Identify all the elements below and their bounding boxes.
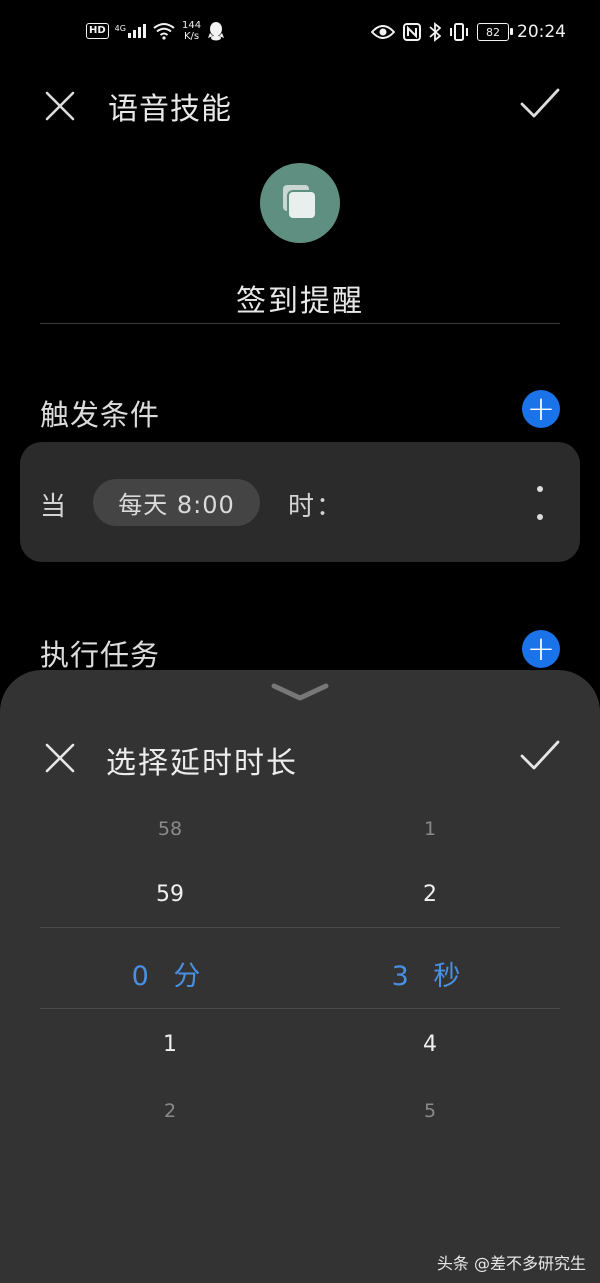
qq-icon [208, 22, 225, 41]
battery-icon: 82 [477, 23, 513, 41]
network-type-label: 4G [114, 24, 126, 33]
sheet-title: 选择延时时长 [106, 746, 298, 781]
add-trigger-button[interactable]: + [522, 390, 560, 428]
more-vertical-icon[interactable] [530, 486, 550, 520]
check-icon[interactable] [518, 86, 562, 122]
speed-unit: K/s [183, 31, 200, 42]
speed-value: 144 [181, 20, 202, 31]
page-title: 语音技能 [108, 92, 232, 127]
hd-badge: HD [86, 23, 109, 39]
picker-selection-top-divider [40, 927, 560, 928]
trigger-section-title: 触发条件 [40, 398, 161, 432]
battery-level: 82 [486, 25, 500, 39]
second-option[interactable]: 5 [370, 1100, 490, 1122]
skill-name[interactable]: 签到提醒 [0, 276, 600, 320]
network-speed: 144 K/s [182, 20, 201, 42]
nfc-icon [403, 23, 421, 41]
chevron-down-icon[interactable] [268, 678, 332, 704]
minute-option[interactable]: 2 [110, 1100, 230, 1122]
cellular-signal-icon: 4G [115, 24, 146, 38]
plus-icon: + [526, 389, 556, 429]
second-selected[interactable]: 3 秒 [370, 954, 490, 993]
add-task-button[interactable]: + [522, 630, 560, 668]
status-left-group: HD 4G 144 K/s [86, 20, 225, 42]
wifi-icon [153, 23, 175, 40]
trigger-time-suffix: 时： [288, 492, 345, 522]
minute-option[interactable]: 1 [110, 1032, 230, 1057]
skill-icon[interactable] [260, 163, 340, 243]
schedule-chip[interactable]: 每天 8:00 [93, 479, 260, 526]
skill-name-underline [40, 323, 560, 324]
second-option[interactable]: 4 [370, 1032, 490, 1057]
second-option[interactable]: 1 [370, 818, 490, 840]
status-time: 20:24 [517, 22, 566, 42]
stacked-squares-icon [281, 183, 317, 220]
status-right-group: 82 20:24 [371, 22, 566, 42]
check-icon[interactable] [518, 738, 562, 774]
trigger-when-label: 当 [40, 492, 67, 522]
close-icon[interactable] [42, 88, 78, 124]
delay-bottom-sheet [0, 670, 600, 1283]
close-icon[interactable] [42, 740, 78, 776]
minute-selected[interactable]: 0 分 [110, 954, 230, 993]
minute-option[interactable]: 59 [110, 882, 230, 907]
task-section-title: 执行任务 [40, 638, 161, 672]
watermark: 头条 @差不多研究生 [436, 1254, 586, 1273]
plus-icon: + [526, 629, 556, 669]
second-option[interactable]: 2 [370, 882, 490, 907]
vibrate-icon [450, 23, 468, 41]
eye-icon [371, 25, 395, 39]
bluetooth-icon [429, 22, 441, 42]
picker-selection-bottom-divider [40, 1008, 560, 1009]
status-bar: HD 4G 144 K/s 82 20:24 [0, 0, 600, 70]
minute-option[interactable]: 58 [110, 818, 230, 840]
